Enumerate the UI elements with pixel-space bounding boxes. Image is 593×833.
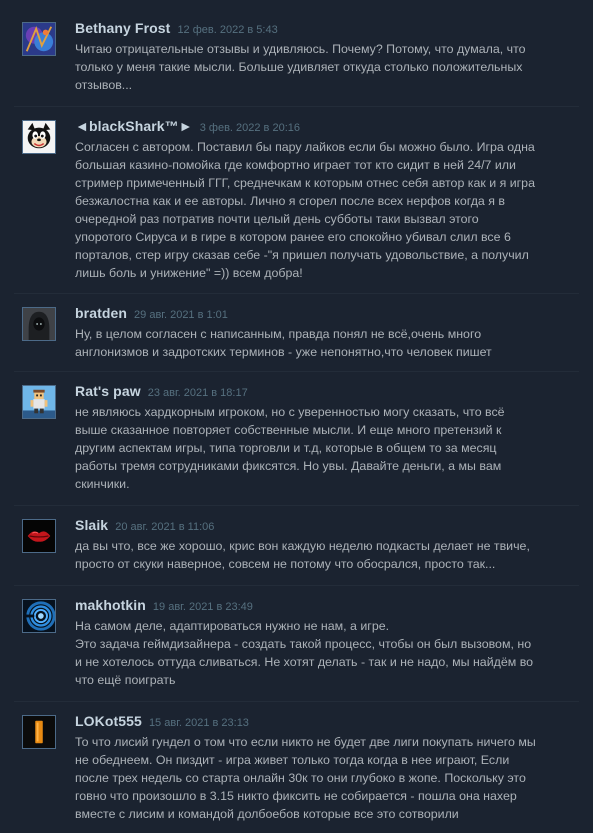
comment-text: Ну, в целом согласен с написанным, правд… [75,327,492,359]
avatar[interactable] [22,22,56,56]
avatar[interactable] [22,599,56,633]
comment-text: Согласен с автором. Поставил бы пару лай… [75,140,535,280]
author-name[interactable]: Bethany Frost [75,20,170,36]
comment-timestamp: 12 фев. 2022 в 5:43 [177,24,278,36]
comment-text: На самом деле, адаптироваться нужно не н… [75,619,534,687]
comment-timestamp: 19 авг. 2021 в 23:49 [152,601,253,613]
avatar[interactable] [22,120,56,154]
blue-spiral-avatar-icon [23,600,55,632]
hooded-figure-avatar-icon [23,308,55,340]
orange-bar-avatar-icon [23,716,55,748]
pixel-character-avatar-icon [23,386,55,418]
avatar[interactable] [22,307,56,341]
comment-text: Читаю отрицательные отзывы и удивляюсь. … [75,42,526,92]
comment-timestamp: 29 авг. 2021 в 1:01 [134,309,228,321]
comment-timestamp: 3 фев. 2022 в 20:16 [199,122,300,134]
comment-timestamp: 23 авг. 2021 в 18:17 [147,387,248,399]
avatar[interactable] [22,385,56,419]
blue-purple-abstract-avatar-icon [23,23,55,55]
author-name[interactable]: ◄blackShark™► [75,118,193,134]
comment-timestamp: 15 авг. 2021 в 23:13 [148,717,249,729]
author-name[interactable]: LOKot555 [75,713,142,729]
author-name[interactable]: bratden [75,305,127,321]
comment-timestamp: 20 авг. 2021 в 11:06 [115,521,215,533]
avatar[interactable] [22,519,56,553]
author-name[interactable]: Slaik [75,517,108,533]
author-name[interactable]: Rat's paw [75,383,141,399]
author-name[interactable]: makhotkin [75,597,146,613]
comment-text: не являюсь хардкорным игроком, но с увер… [75,405,505,491]
comment-text: да вы что, все же хорошо, крис вон кажду… [75,539,530,571]
comment-text: То что лисий гундел о том что если никто… [75,735,536,821]
cartoon-cat-avatar-icon [23,121,55,153]
avatar[interactable] [22,715,56,749]
red-lips-avatar-icon [23,520,55,552]
